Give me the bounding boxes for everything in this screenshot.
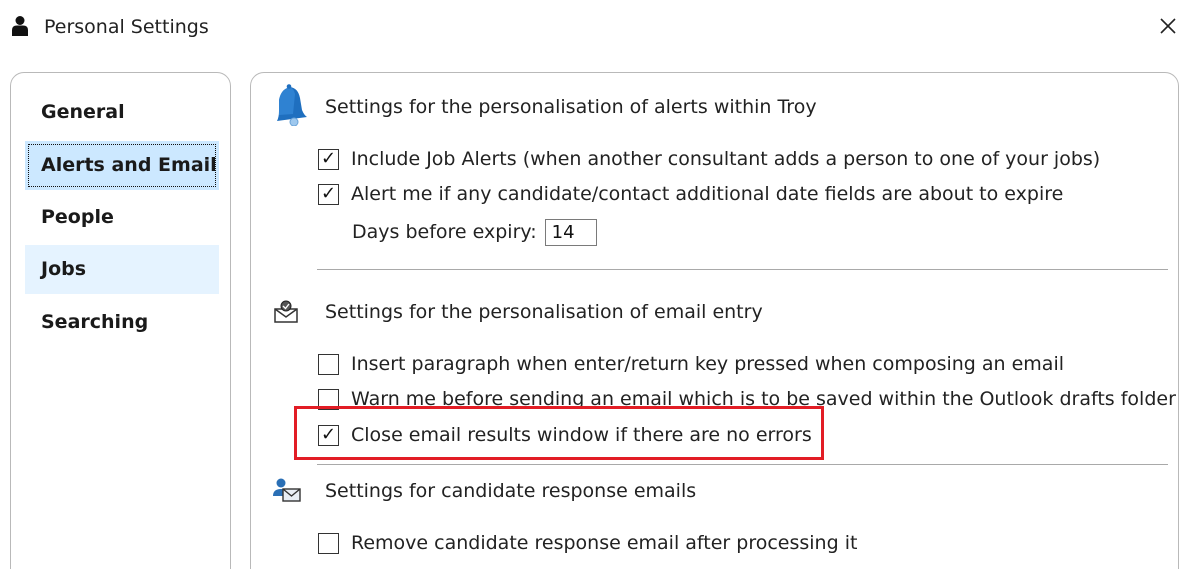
- nav-item-searching[interactable]: Searching: [25, 298, 219, 347]
- include-job-alerts-label: Include Job Alerts (when another consult…: [351, 148, 1101, 170]
- days-before-expiry-label: Days before expiry:: [352, 221, 537, 243]
- person-icon: [12, 16, 28, 36]
- checkbox-box[interactable]: [318, 388, 339, 410]
- close-results-checkbox[interactable]: ✓ Close email results window if there ar…: [318, 423, 812, 447]
- candidate-response-section-title: Settings for candidate response emails: [325, 480, 697, 502]
- nav-item-general[interactable]: General: [25, 88, 219, 137]
- check-icon: ✓: [320, 424, 337, 445]
- insert-paragraph-checkbox[interactable]: Insert paragraph when enter/return key p…: [318, 352, 1064, 376]
- date-fields-alert-label: Alert me if any candidate/contact additi…: [351, 183, 1064, 205]
- remove-after-processing-checkbox[interactable]: Remove candidate response email after pr…: [318, 531, 857, 555]
- checkbox-box[interactable]: ✓: [318, 148, 339, 170]
- section-divider: [317, 464, 1168, 465]
- check-icon: ✓: [320, 148, 337, 169]
- email-entry-section-title: Settings for the personalisation of emai…: [325, 301, 763, 323]
- alerts-section-title: Settings for the personalisation of aler…: [325, 96, 817, 118]
- checkbox-box[interactable]: ✓: [318, 424, 339, 446]
- days-before-expiry-input[interactable]: [544, 218, 597, 246]
- close-results-label: Close email results window if there are …: [351, 424, 812, 446]
- include-job-alerts-checkbox[interactable]: ✓ Include Job Alerts (when another consu…: [318, 147, 1100, 171]
- checkbox-box[interactable]: ✓: [318, 183, 339, 205]
- window-title: Personal Settings: [44, 16, 209, 38]
- section-divider: [317, 269, 1168, 270]
- nav-item-jobs[interactable]: Jobs: [25, 245, 219, 294]
- warn-drafts-checkbox[interactable]: Warn me before sending an email which is…: [318, 387, 1176, 411]
- check-icon: ✓: [320, 183, 337, 204]
- checkbox-box[interactable]: [318, 353, 339, 375]
- checkbox-box[interactable]: [318, 532, 339, 554]
- insert-paragraph-label: Insert paragraph when enter/return key p…: [351, 353, 1065, 375]
- email-icon: [274, 300, 298, 323]
- candidate-email-icon: [273, 478, 301, 502]
- bell-icon: [277, 84, 307, 126]
- warn-drafts-label: Warn me before sending an email which is…: [351, 388, 1176, 410]
- days-before-expiry-row: Days before expiry:: [352, 218, 597, 246]
- nav-item-alerts-and-email[interactable]: Alerts and Email: [25, 141, 219, 190]
- personal-settings-window: Personal Settings General Alerts and Ema…: [0, 0, 1189, 569]
- settings-nav: General Alerts and Email People Jobs Sea…: [10, 72, 231, 569]
- nav-item-people[interactable]: People: [25, 193, 219, 242]
- remove-after-processing-label: Remove candidate response email after pr…: [351, 532, 858, 554]
- close-icon[interactable]: [1152, 10, 1184, 42]
- date-fields-alert-checkbox[interactable]: ✓ Alert me if any candidate/contact addi…: [318, 182, 1063, 206]
